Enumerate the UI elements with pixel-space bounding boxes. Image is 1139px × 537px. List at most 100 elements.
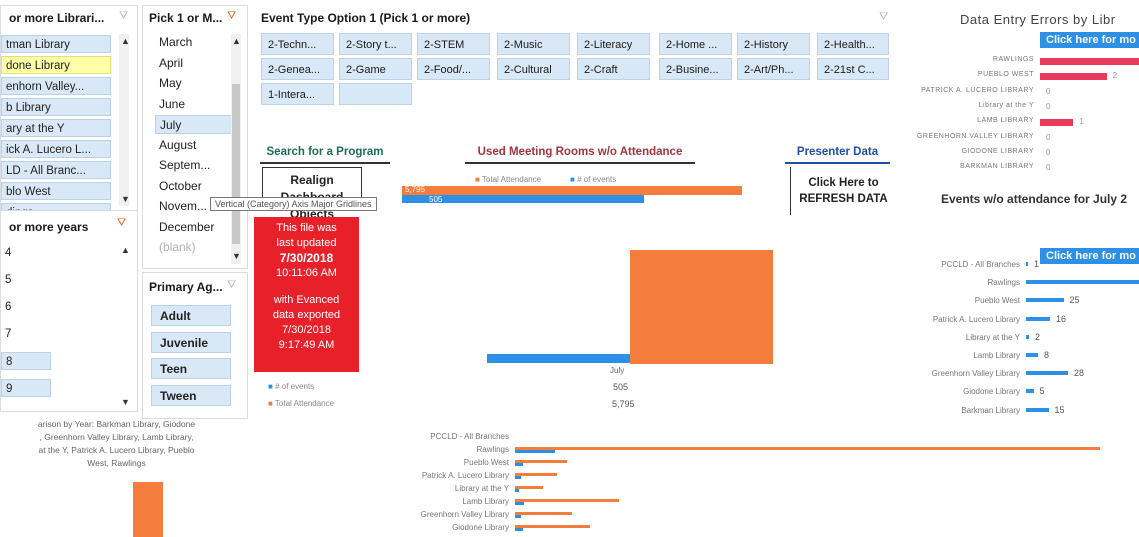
years-slicer: or more years ⛛ 4 5 6 7 8 9 ▲ ▼: [0, 210, 138, 412]
library-option[interactable]: done Library: [1, 56, 111, 74]
attendance-bar: [515, 447, 1100, 450]
year-option[interactable]: 6: [1, 298, 41, 316]
event-type-option[interactable]: 1-Intera...: [261, 83, 334, 105]
clear-filter-icon[interactable]: ⛛: [227, 279, 236, 292]
library-option[interactable]: enhorn Valley...: [1, 77, 111, 95]
year-option[interactable]: 7: [1, 325, 41, 343]
update-date2: 7/30/2018: [282, 324, 331, 336]
library-option[interactable]: b Library: [1, 98, 111, 116]
events-value-label: 2: [1035, 331, 1041, 342]
events-bar-july: [487, 354, 630, 363]
events-wo-attendance-bar: [1026, 389, 1034, 394]
error-value-label: 2: [1112, 71, 1118, 81]
error-bar: [1040, 119, 1074, 127]
year-option[interactable]: 9: [1, 379, 51, 397]
bottom-category-label: Greenhorn Valley Library: [420, 510, 509, 519]
scroll-thumb[interactable]: [232, 84, 240, 244]
errors-click-here-link[interactable]: Click here for mo: [1040, 32, 1139, 48]
month-option[interactable]: May: [155, 74, 233, 93]
months-scrollbar[interactable]: [231, 34, 241, 264]
table-value-attendance: 5,795: [612, 399, 635, 409]
month-option[interactable]: October: [155, 177, 233, 196]
primary-age-option[interactable]: Juvenile: [151, 331, 231, 353]
month-option[interactable]: June: [155, 95, 233, 114]
month-option[interactable]: Septem...: [155, 156, 233, 175]
event-type-option[interactable]: 2-Techn...: [261, 33, 334, 55]
events-category-label: Pueblo West: [974, 296, 1020, 306]
month-option[interactable]: December: [155, 218, 233, 237]
clear-filter-icon[interactable]: ⛛: [117, 217, 126, 230]
refresh-data-button[interactable]: Click Here to REFRESH DATA: [790, 167, 896, 215]
comparison-bar: [133, 482, 163, 537]
event-type-option[interactable]: 2-History: [737, 33, 810, 55]
library-option[interactable]: ary at the Y: [1, 119, 111, 137]
table-legend-attendance: ■ Total Attendance: [268, 399, 335, 408]
attendance-bar: [515, 525, 591, 528]
clear-filter-icon[interactable]: ⛛: [879, 11, 888, 24]
scroll-up-icon[interactable]: ▲: [121, 36, 130, 46]
events-bar: [515, 450, 555, 453]
libraries-scrollbar[interactable]: [119, 34, 129, 206]
attendance-bar: [515, 512, 572, 515]
year-option[interactable]: 8: [1, 352, 51, 370]
event-type-option[interactable]: 2-Story t...: [339, 33, 412, 55]
event-type-option[interactable]: 2-Busine...: [659, 58, 732, 80]
primary-age-option[interactable]: Adult: [151, 305, 231, 326]
error-value-label: 1: [1079, 117, 1084, 127]
library-option[interactable]: ick A. Lucero L...: [1, 140, 111, 158]
search-program-link[interactable]: Search for a Program: [260, 142, 390, 164]
scroll-up-icon[interactable]: ▲: [121, 245, 130, 255]
scroll-down-icon[interactable]: ▼: [121, 397, 130, 407]
year-option[interactable]: 4: [1, 244, 41, 262]
scroll-down-icon[interactable]: ▼: [232, 251, 241, 261]
event-type-option[interactable]: 2-Cultural: [497, 58, 570, 80]
event-type-option[interactable]: 2-21st C...: [817, 58, 889, 80]
events-wo-attendance-bar: [1026, 298, 1064, 303]
meeting-rooms-link[interactable]: Used Meeting Rooms w/o Attendance: [465, 142, 695, 164]
clear-filter-icon[interactable]: ⛛: [227, 10, 236, 23]
month-option[interactable]: July: [155, 115, 233, 134]
events-data-label: 505: [429, 195, 443, 204]
event-type-option[interactable]: 2-Health...: [817, 33, 889, 55]
event-type-option[interactable]: 2-Genea...: [261, 58, 334, 80]
events-bar: [515, 476, 521, 479]
month-option[interactable]: March: [155, 33, 233, 52]
library-option[interactable]: LD - All Branc...: [1, 161, 111, 179]
scroll-up-icon[interactable]: ▲: [232, 36, 241, 46]
library-option[interactable]: blo West: [1, 182, 111, 200]
last-updated-box: This file was last updated 7/30/2018 10:…: [254, 217, 359, 372]
error-value-label: 0: [1046, 86, 1051, 96]
scroll-down-icon[interactable]: ▼: [121, 194, 130, 204]
event-type-option[interactable]: 2-Literacy: [577, 33, 650, 55]
primary-age-option[interactable]: Teen: [151, 358, 231, 379]
events-value-label: 5: [1039, 386, 1045, 397]
event-type-option[interactable]: 2-Music: [497, 33, 570, 55]
error-category-label: PUEBLO WEST: [977, 71, 1034, 79]
primary-age-option[interactable]: Tween: [151, 384, 231, 406]
error-category-label: GIODONE LIBRARY: [961, 147, 1034, 155]
events-wo-attendance-title: Events w/o attendance for July 2: [941, 192, 1128, 206]
event-type-option[interactable]: 2-STEM: [417, 33, 490, 55]
month-option[interactable]: April: [155, 54, 233, 73]
events-category-label: Rawlings: [987, 278, 1020, 288]
attendance-bar: [515, 473, 558, 476]
event-type-option[interactable]: 2-Food/...: [417, 58, 490, 80]
bottom-category-label: Library at the Y: [454, 484, 509, 493]
month-option[interactable]: (blank): [155, 238, 233, 257]
event-type-option[interactable]: 2-Game: [339, 58, 412, 80]
events-wo-attendance-bar: [1026, 353, 1038, 357]
event-type-option[interactable]: 2-Home ...: [659, 33, 732, 55]
total-attendance-bar: [402, 186, 742, 195]
events-click-here-link[interactable]: Click here for mo: [1040, 248, 1139, 264]
clear-filter-icon[interactable]: ⛛: [119, 10, 128, 23]
months-slicer-header: Pick 1 or M...: [149, 11, 223, 25]
event-type-option[interactable]: 2-Art/Ph...: [737, 58, 810, 80]
event-type-option[interactable]: 2-Craft: [577, 58, 650, 80]
presenter-data-link[interactable]: Presenter Data: [785, 142, 890, 164]
event-type-option[interactable]: [339, 83, 412, 105]
month-option[interactable]: August: [155, 136, 233, 155]
events-category-label: PCCLD - All Branches: [941, 260, 1020, 269]
events-category-label: Library at the Y: [965, 332, 1020, 342]
year-option[interactable]: 5: [1, 271, 41, 289]
library-option[interactable]: tman Library: [1, 35, 111, 53]
